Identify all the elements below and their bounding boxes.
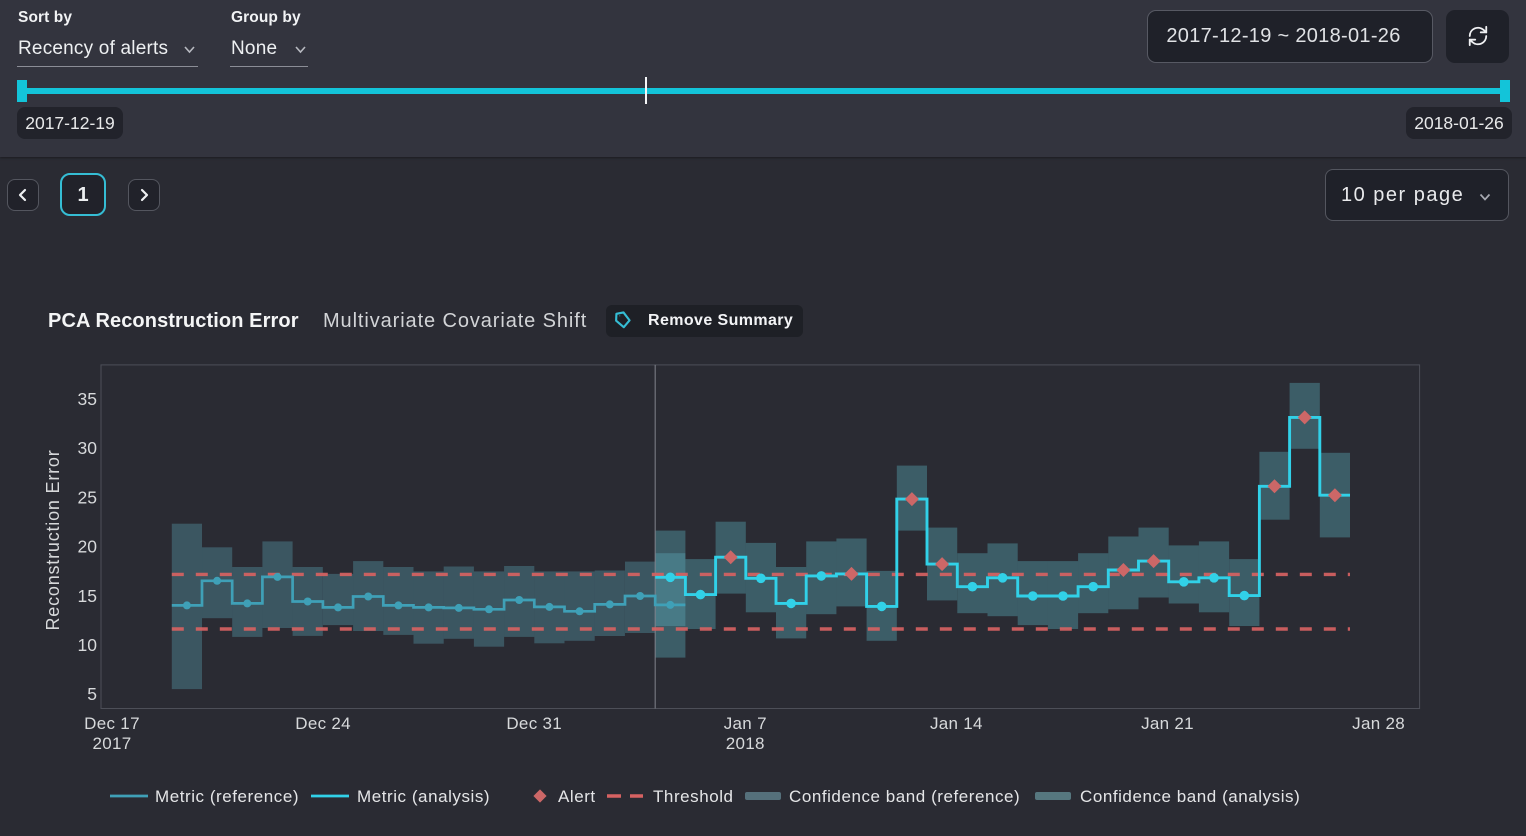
svg-text:35: 35 [78,389,97,409]
svg-text:Confidence band (analysis): Confidence band (analysis) [1080,787,1300,806]
svg-text:Jan 28: Jan 28 [1352,714,1405,733]
svg-text:Dec 24: Dec 24 [295,714,351,733]
svg-text:Metric (analysis): Metric (analysis) [357,787,490,806]
svg-text:Alert: Alert [558,787,596,806]
svg-text:30: 30 [78,438,98,458]
svg-text:10: 10 [78,635,98,655]
svg-text:Jan 14: Jan 14 [930,714,983,733]
svg-text:2018: 2018 [726,734,765,753]
svg-text:15: 15 [78,586,97,606]
svg-text:2017: 2017 [92,734,131,753]
svg-text:Threshold: Threshold [653,787,734,806]
svg-text:Metric (reference): Metric (reference) [155,787,299,806]
svg-text:Reconstruction Error: Reconstruction Error [43,449,63,630]
svg-text:5: 5 [87,684,97,704]
svg-text:Jan 21: Jan 21 [1141,714,1194,733]
svg-text:Dec 17: Dec 17 [84,714,140,733]
svg-text:Jan 7: Jan 7 [724,714,767,733]
svg-text:25: 25 [78,487,97,507]
svg-text:Confidence band (reference): Confidence band (reference) [789,787,1020,806]
svg-text:20: 20 [78,537,98,557]
svg-text:Dec 31: Dec 31 [506,714,562,733]
